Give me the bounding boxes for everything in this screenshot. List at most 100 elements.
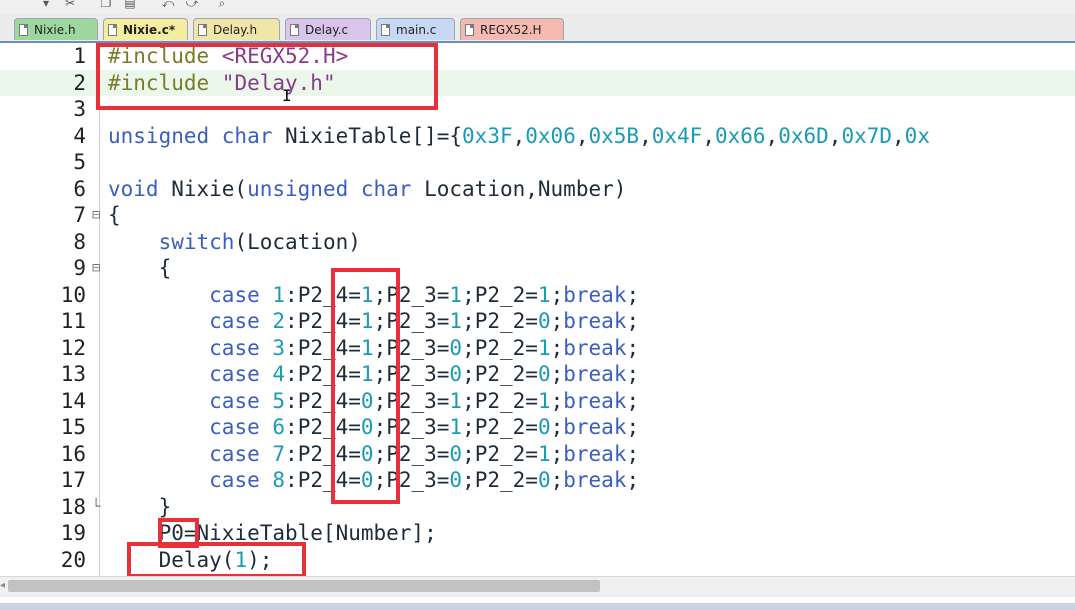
scroll-left-icon[interactable]: ◂ bbox=[0, 579, 8, 593]
code-token: Nixie( bbox=[158, 176, 248, 201]
number-token: 7 bbox=[272, 441, 286, 466]
code-token: ;P2_2= bbox=[462, 441, 538, 466]
code-line[interactable]: 4 unsigned char NixieTable[]={0x3F,0x06,0… bbox=[0, 123, 1075, 150]
dropdown-icon[interactable]: ▾ bbox=[38, 0, 54, 10]
number-token: 0 bbox=[449, 335, 463, 360]
code-line[interactable]: 5 bbox=[0, 149, 1075, 176]
code-text: { bbox=[108, 255, 172, 282]
line-number: 8 bbox=[73, 229, 86, 254]
fold-toggle-icon[interactable]: ⊟ bbox=[92, 202, 100, 229]
code-line[interactable]: 15 case 6:P2_4=0;P2_3=1;P2_2=0;break; bbox=[0, 414, 1075, 441]
file-tab-bar: Nixie.h Nixie.c* Delay.h Delay.c main.c REGX5… bbox=[0, 14, 1075, 43]
tab-label: Delay.c bbox=[305, 22, 349, 37]
paste-icon[interactable]: ▤ bbox=[122, 0, 138, 10]
code-token: ; bbox=[626, 415, 640, 439]
keyword-token: case bbox=[209, 282, 260, 307]
number-token: 0x bbox=[904, 123, 930, 148]
scrollbar-thumb[interactable] bbox=[8, 580, 600, 592]
number-token: 1 bbox=[537, 441, 551, 466]
number-token: 1 bbox=[537, 282, 551, 307]
code-token: { bbox=[108, 256, 172, 280]
code-token: ; bbox=[550, 388, 564, 413]
code-line[interactable]: 17 case 8:P2_4=0;P2_3=0;P2_2=0;break; bbox=[0, 467, 1075, 494]
fold-toggle-icon[interactable]: └ bbox=[92, 494, 100, 521]
number-token: 4 bbox=[272, 362, 286, 386]
code-text: void Nixie(unsigned char Location,Number… bbox=[108, 176, 626, 203]
number-token: 0 bbox=[537, 468, 551, 492]
undo-icon[interactable]: ⤺ bbox=[160, 0, 176, 10]
code-token: ;P2_2= bbox=[462, 415, 538, 439]
keyword-token: case bbox=[209, 362, 260, 386]
tab-nixie-h[interactable]: Nixie.h bbox=[14, 18, 98, 40]
keyword-token: case bbox=[209, 441, 260, 466]
keyword-token: case bbox=[209, 468, 260, 492]
keyword-token: break bbox=[563, 335, 627, 360]
keyword-token: case bbox=[209, 335, 260, 360]
code-line[interactable]: 12 case 3:P2_4=1;P2_3=0;P2_2=1;break; bbox=[0, 335, 1075, 362]
copy-icon[interactable]: ❐ bbox=[98, 0, 114, 10]
code-token: , bbox=[702, 123, 715, 148]
code-line[interactable]: 10 case 1:P2_4=1;P2_3=1;P2_2=1;break; bbox=[0, 282, 1075, 309]
redo-icon[interactable]: ⤻ bbox=[184, 0, 200, 10]
find-icon[interactable]: ⌕ bbox=[214, 0, 230, 10]
tab-delay-c[interactable]: Delay.c bbox=[285, 18, 371, 40]
code-token: ;P2_2= bbox=[462, 282, 538, 307]
tab-regx52-h[interactable]: REGX52.H bbox=[460, 18, 564, 40]
code-line[interactable]: 16 case 7:P2_4=0;P2_3=0;P2_2=1;break; bbox=[0, 441, 1075, 468]
line-number: 4 bbox=[73, 123, 86, 148]
file-icon bbox=[19, 23, 28, 36]
number-token: 8 bbox=[272, 468, 286, 492]
fold-toggle-icon[interactable]: ⊟ bbox=[92, 255, 100, 282]
code-token: Location,Number) bbox=[411, 176, 627, 201]
tab-delay-h[interactable]: Delay.h bbox=[193, 18, 280, 40]
tab-label: main.c bbox=[396, 22, 437, 37]
keyword-token: case bbox=[209, 388, 260, 413]
scissors-icon[interactable]: ✂ bbox=[62, 0, 78, 10]
number-token: 6 bbox=[272, 415, 286, 439]
code-line[interactable]: 18 └ } bbox=[0, 494, 1075, 521]
code-line[interactable]: 14 case 5:P2_4=0;P2_3=1;P2_2=1;break; bbox=[0, 388, 1075, 415]
keyword-token: case bbox=[209, 415, 260, 439]
code-token: ; bbox=[550, 441, 564, 466]
line-number: 16 bbox=[60, 441, 86, 466]
code-line[interactable]: 8 switch(Location) bbox=[0, 229, 1075, 256]
code-line[interactable]: 9 ⊟ { bbox=[0, 255, 1075, 282]
keyword-token: void bbox=[108, 176, 159, 201]
keyword-token: break bbox=[563, 441, 627, 466]
number-token: 0x7D bbox=[841, 123, 893, 148]
keyword-token: break bbox=[563, 415, 627, 439]
line-number: 1 bbox=[73, 44, 86, 68]
text-cursor-icon: I bbox=[282, 86, 292, 105]
code-token: ;P2_2= bbox=[462, 335, 538, 360]
tab-nixie-c[interactable]: Nixie.c* bbox=[103, 18, 188, 40]
code-token: ;P2_2= bbox=[462, 362, 538, 386]
number-token: 0x4F bbox=[651, 123, 703, 148]
number-token: 0x5B bbox=[588, 123, 640, 148]
keyword-token: break bbox=[563, 362, 627, 386]
keyword-token: case bbox=[209, 309, 260, 333]
number-token: 0 bbox=[537, 309, 551, 333]
code-token: ;P2_2= bbox=[462, 468, 538, 492]
code-token: ; bbox=[550, 362, 564, 386]
code-line[interactable]: 11 case 2:P2_4=1;P2_3=1;P2_2=0;break; bbox=[0, 308, 1075, 335]
number-token: 0 bbox=[449, 441, 463, 466]
line-number: 9 bbox=[73, 256, 86, 280]
code-line[interactable]: 6 void Nixie(unsigned char Location,Numbe… bbox=[0, 176, 1075, 203]
code-token: , bbox=[575, 123, 589, 148]
code-text: unsigned char NixieTable[]={0x3F,0x06,0x… bbox=[108, 123, 930, 150]
code-line[interactable]: 7 ⊟ { bbox=[0, 202, 1075, 229]
toolbar: ▾ ✂ ❐ ▤ ⤺ ⤻ ⌕ bbox=[0, 0, 1075, 14]
code-token: ; bbox=[550, 282, 564, 307]
line-number: 6 bbox=[73, 176, 86, 201]
line-number: 5 bbox=[73, 150, 86, 174]
code-line[interactable]: 13 case 4:P2_4=1;P2_3=0;P2_2=0;break; bbox=[0, 361, 1075, 388]
line-number: 18 bbox=[60, 494, 86, 519]
horizontal-scrollbar[interactable]: ◂ bbox=[0, 576, 1075, 597]
tab-label: Nixie.h bbox=[34, 22, 76, 37]
tab-main-c[interactable]: main.c bbox=[376, 18, 455, 40]
code-editor[interactable]: 1 #include <REGX52.H> 2 #include "Delay.h" 3… bbox=[0, 43, 1075, 576]
number-token: 1 bbox=[449, 282, 463, 307]
number-token: 0x3F bbox=[462, 123, 513, 148]
